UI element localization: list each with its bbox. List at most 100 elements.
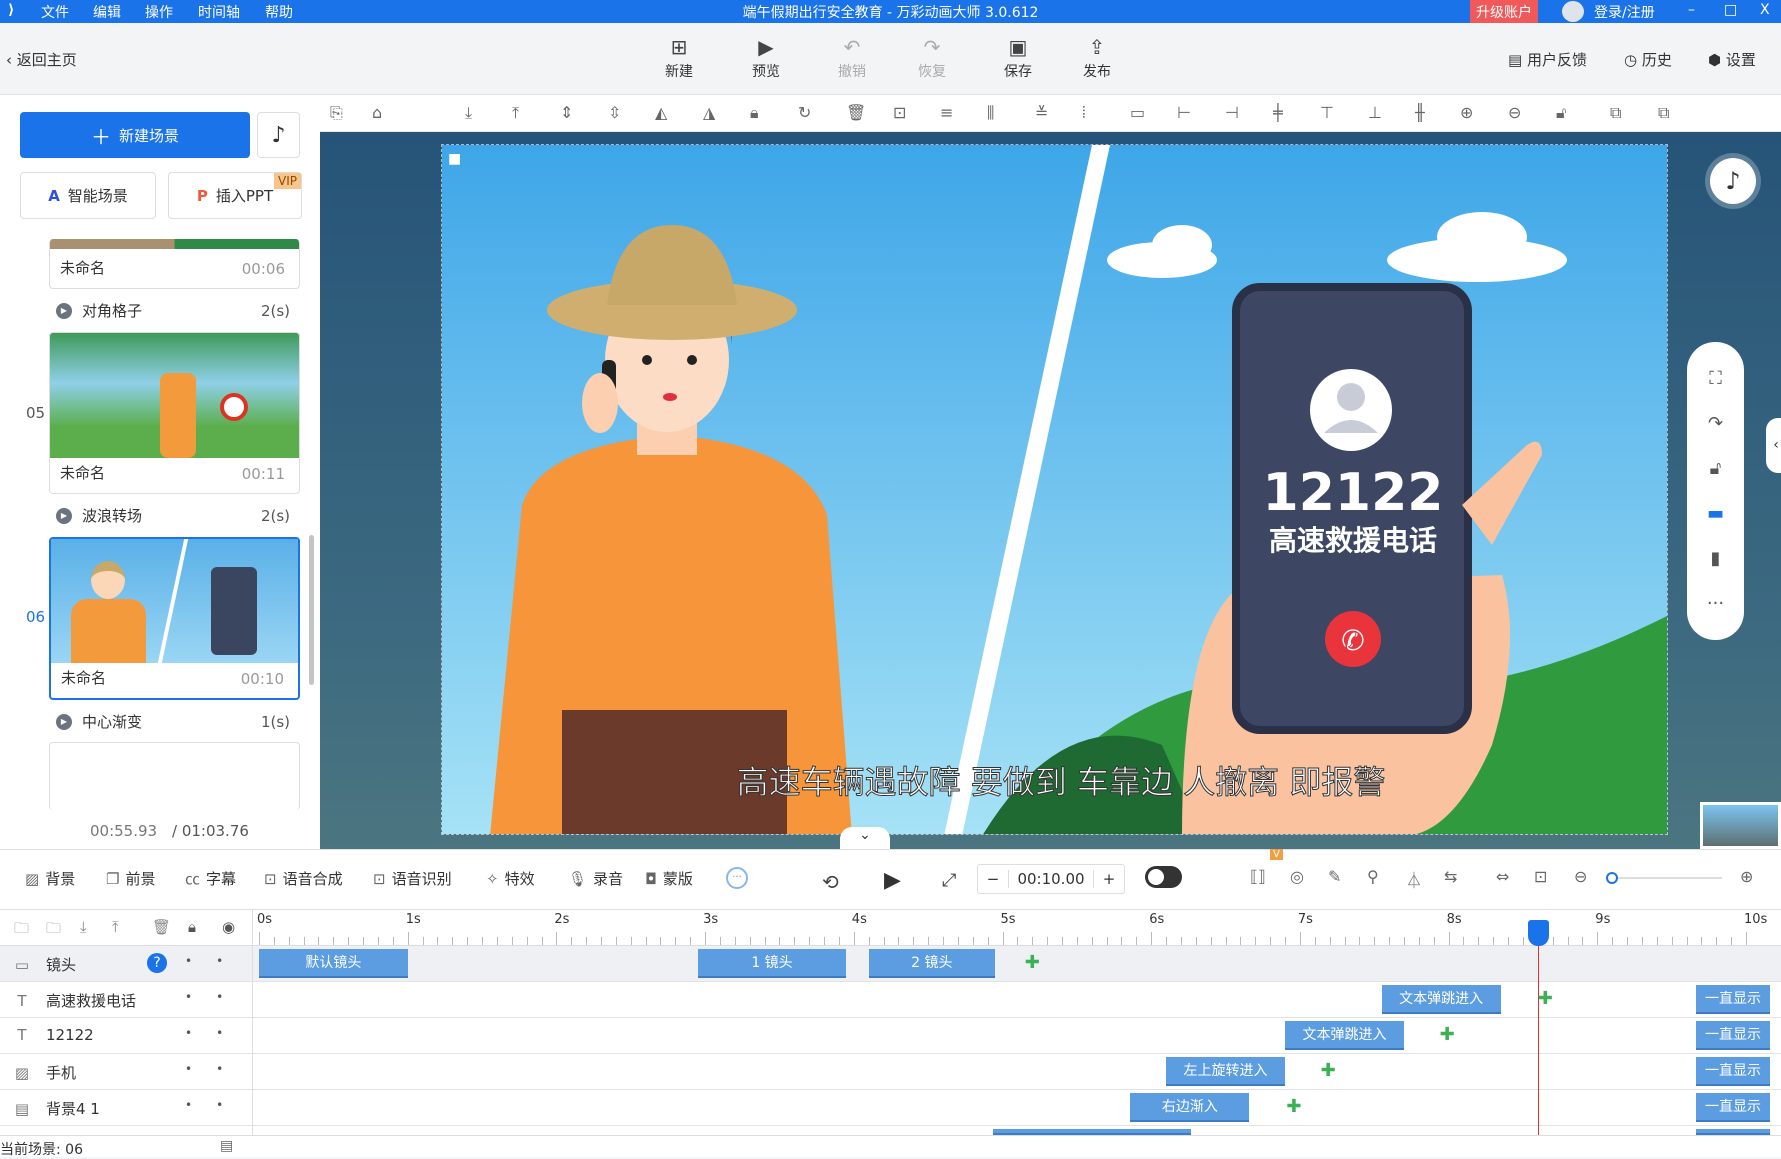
feedback-button[interactable]: ▤ 用户反馈 [1508, 49, 1587, 70]
unlock-icon[interactable]: 🔓︎ [1710, 458, 1722, 479]
smart-scene-button[interactable]: A 智能场景 [20, 172, 156, 219]
align-center-icon[interactable]: ⇳ [608, 103, 621, 122]
playhead[interactable] [1527, 910, 1549, 1135]
back-home-link[interactable]: ‹ 返回主页 [6, 49, 77, 70]
transition-item[interactable]: ▶ 波浪转场 2(s) [56, 505, 290, 526]
track-row[interactable]: ▨ 手机 •• 左上旋转进入 ✚ 一直显示 [0, 1054, 1781, 1090]
animation-block[interactable]: 2 镜头 [868, 949, 996, 978]
camera-icon[interactable]: ◎ [1290, 867, 1304, 886]
animation-block[interactable]: 文本弹跳进入 [1285, 1021, 1404, 1050]
rotate-icon[interactable]: ↷ [1708, 413, 1723, 434]
center-h-icon[interactable]: ≚ [1035, 103, 1048, 122]
more-icon[interactable]: ··· [1707, 593, 1724, 614]
scene-card-selected[interactable]: 未命名 00:10 [49, 537, 300, 700]
animation-block[interactable]: 文本弹跳进入 [1381, 985, 1501, 1014]
lock-icon[interactable]: 🔒︎ [750, 103, 759, 123]
flip-vertical-icon[interactable]: ◮ [703, 103, 715, 122]
move-up-icon[interactable]: ⤒ [112, 918, 119, 936]
maximize-button[interactable]: □ [1724, 2, 1737, 18]
effects-button[interactable]: ✧ 特效 [486, 868, 535, 889]
track-toggles[interactable]: •• [185, 990, 247, 1004]
pin-icon[interactable]: ⚲ [1367, 867, 1379, 886]
minimap-thumbnail[interactable] [1700, 802, 1781, 849]
track-toggles[interactable]: •• [185, 1098, 247, 1112]
menu-timeline[interactable]: 时间轴 [198, 2, 240, 22]
speech-recognition-button[interactable]: ⊡ 语音识别 [373, 868, 452, 889]
music-floating-button[interactable]: ♪ [1710, 158, 1756, 204]
login-link[interactable]: 登录/注册 [1594, 2, 1655, 22]
unlock-icon[interactable]: 🔓︎ [1556, 103, 1566, 123]
caption-button[interactable]: ㏄字幕 [185, 868, 236, 889]
zoom-in-icon[interactable]: ⊕ [1460, 103, 1473, 122]
tts-button[interactable]: ⊡ 语音合成 [264, 868, 343, 889]
delete-icon[interactable]: 🗑︎ [846, 103, 866, 122]
scene-card[interactable] [49, 742, 300, 810]
new-folder-icon[interactable]: 🗀︎ [14, 918, 29, 943]
time-ruler[interactable]: 0s 1s 2s 3s 4s 5s 6s 7s 8s 9s 10s [253, 910, 1781, 946]
reset-icon[interactable]: ⟲ [822, 870, 839, 894]
track-row[interactable]: ▤ 背景4 1 •• 右边渐入 ✚ 一直显示 [0, 1090, 1781, 1126]
scene-list-scrollbar[interactable] [309, 535, 314, 685]
transition-item[interactable]: ▶ 对角格子 2(s) [56, 300, 290, 321]
fullscreen-icon[interactable]: ⤢ [942, 870, 956, 891]
track-row[interactable]: T 12122 •• 文本弹跳进入 ✚ 一直显示 [0, 1018, 1781, 1054]
playhead-handle[interactable] [1527, 920, 1549, 946]
scene-card[interactable]: 未命名 00:11 [49, 332, 300, 494]
zoom-out-icon[interactable]: ⊖ [1574, 867, 1587, 886]
filter-icon[interactable]: ⏃ [1406, 867, 1422, 891]
avatar[interactable] [1562, 1, 1584, 22]
menu-operate[interactable]: 操作 [145, 2, 173, 22]
add-keyframe-icon[interactable]: ✚ [1438, 1026, 1456, 1044]
zoom-in-icon[interactable]: ⊕ [1740, 867, 1753, 886]
collapse-timeline-button[interactable]: ⌄ [840, 827, 890, 849]
bottom-align-icon[interactable]: ⊥ [1368, 103, 1382, 122]
left-align-icon[interactable]: ⊢ [1177, 103, 1191, 122]
more-tools-icon[interactable]: ··· [726, 867, 748, 889]
upgrade-button[interactable]: 升级账户 [1470, 0, 1538, 23]
preview-button[interactable]: ▶ 预览 [736, 35, 796, 81]
track-toggles[interactable]: •• [185, 1062, 247, 1076]
track-toggles[interactable]: •• [185, 1026, 247, 1040]
edit-icon[interactable]: ✎ [1328, 867, 1341, 886]
always-show-block[interactable]: 一直显示 [1696, 1057, 1770, 1086]
top-align-icon[interactable]: ⊤ [1320, 103, 1334, 122]
new-scene-button[interactable]: ＋ 新建场景 [20, 112, 250, 158]
transition-item[interactable]: ▶ 中心渐变 1(s) [56, 711, 290, 732]
align-bottom-icon[interactable]: ⤓ [465, 103, 472, 123]
mask-button[interactable]: ◘ 蒙版 [645, 868, 693, 889]
increase-button[interactable]: + [1094, 870, 1124, 888]
undo-button[interactable]: ↶ 撤销 [822, 35, 882, 81]
scene-card[interactable]: 未命名 00:06 [49, 239, 300, 289]
format-painter-icon[interactable]: ⎘ [330, 103, 343, 123]
add-folder-icon[interactable]: 🗀︎ [46, 918, 61, 943]
close-button[interactable]: X [1760, 2, 1770, 18]
new-button[interactable]: ⊞ 新建 [649, 35, 709, 81]
zoom-slider-handle[interactable] [1606, 872, 1618, 884]
tablet-icon[interactable]: ▮ [1711, 548, 1721, 569]
toggle-switch[interactable] [1145, 866, 1182, 888]
always-show-block[interactable]: 一直显示 [1696, 1093, 1770, 1122]
duration-value[interactable]: 00:10.00 [1008, 870, 1094, 888]
eye-icon[interactable]: ◉ [222, 918, 235, 936]
zoom-out-icon[interactable]: ⊖ [1508, 103, 1521, 122]
background-button[interactable]: ▨ 背景 [25, 868, 75, 889]
help-icon[interactable]: ? [147, 953, 167, 973]
monitor-icon[interactable]: ▬ [1707, 503, 1724, 524]
duration-stepper[interactable]: − 00:10.00 + [977, 864, 1125, 894]
decrease-button[interactable]: − [978, 870, 1008, 888]
subtitle-text[interactable]: 高速车辆遇故障 要做到 车靠边 人撤离 即报警 [736, 763, 1386, 802]
add-keyframe-icon[interactable]: ✚ [1023, 954, 1041, 972]
add-keyframe-icon[interactable]: ✚ [1285, 1098, 1303, 1116]
insert-ppt-button[interactable]: P 插入PPT VIP [168, 172, 302, 219]
vcenter-icon[interactable]: ╫ [1415, 103, 1425, 122]
align-middle-icon[interactable]: ⇕ [560, 103, 573, 122]
publish-button[interactable]: ⇪ 发布 [1067, 35, 1127, 81]
group-icon[interactable]: ⊡ [893, 103, 906, 122]
zoom-slider[interactable] [1606, 872, 1722, 884]
home-icon[interactable]: ⌂ [372, 103, 382, 122]
collapse-panel-button[interactable]: ‹ [1766, 418, 1781, 473]
subtitle-sync-icon[interactable]: ▤ [220, 1138, 233, 1154]
track-row[interactable]: ▭ 镜头? •• 默认镜头 1 镜头 2 镜头 ✚ [0, 946, 1781, 982]
play-button[interactable]: ▶ [884, 868, 901, 893]
swap-icon[interactable]: ⇆ [1444, 867, 1457, 886]
